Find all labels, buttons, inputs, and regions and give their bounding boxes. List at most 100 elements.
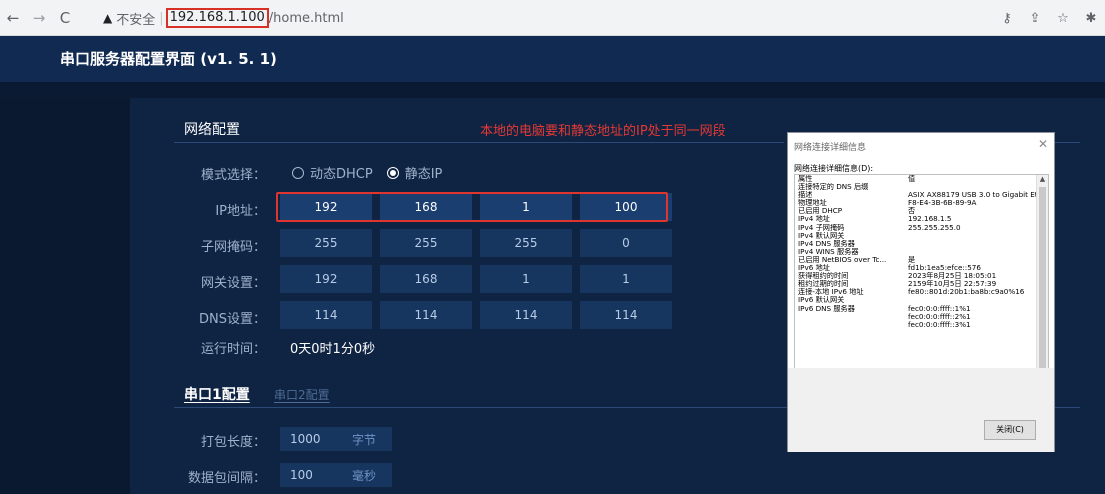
packet-length-input[interactable]: 1000 字节 bbox=[280, 427, 392, 451]
details-row-key: 连接-本地 IPv6 地址 bbox=[798, 288, 864, 297]
app-header: 串口服务器配置界面 (v1. 5. 1) bbox=[0, 36, 1105, 82]
details-row-value: 255.255.255.0 bbox=[908, 223, 961, 232]
runtime-label: 运行时间： bbox=[200, 342, 266, 357]
details-row-key: IPv4 默认网关 bbox=[798, 231, 845, 240]
dns-label: DNS设置： bbox=[199, 312, 266, 327]
tab-serial-1[interactable]: 串口1配置 bbox=[184, 384, 250, 404]
dhcp-radio-label[interactable]: 动态DHCP bbox=[310, 163, 373, 182]
details-row[interactable]: 属性 值 bbox=[795, 175, 1038, 183]
dns-octet-2[interactable]: 114 bbox=[380, 301, 472, 329]
details-row[interactable]: IPv6 DNS 服务器 fec0:0:0:ffff::1%1 bbox=[795, 305, 1038, 313]
details-row[interactable]: 描述 ASIX AX88179 USB 3.0 to Gigabit Eth bbox=[795, 191, 1038, 199]
vertical-scrollbar[interactable]: ▲ ▼ bbox=[1036, 175, 1048, 399]
dns-octet-3[interactable]: 114 bbox=[480, 301, 572, 329]
dhcp-radio[interactable] bbox=[292, 166, 304, 179]
extension-icon[interactable]: ✱ bbox=[1077, 11, 1105, 26]
packet-interval-input[interactable]: 100 毫秒 bbox=[280, 463, 392, 487]
network-section-title: 网络配置 bbox=[184, 122, 240, 138]
details-row[interactable]: 获得租约的时间 2023年8月25日 18:05:01 bbox=[795, 272, 1038, 280]
gateway-octet-1[interactable]: 192 bbox=[280, 265, 372, 293]
details-row[interactable]: IPv4 DNS 服务器 bbox=[795, 240, 1038, 248]
mode-label: 模式选择： bbox=[200, 168, 266, 183]
details-row[interactable]: IPv4 地址 192.168.1.5 bbox=[795, 215, 1038, 223]
gateway-octet-3[interactable]: 1 bbox=[480, 265, 572, 293]
details-row-key: 获得租约的时间 bbox=[798, 272, 849, 281]
insecure-label: 不安全 bbox=[116, 12, 156, 28]
address-bar[interactable]: ▲ 不安全 | 192.168.1.100 /home.html bbox=[103, 6, 1013, 30]
details-row-value: fd1b:1ea5:efce::576 bbox=[908, 264, 981, 273]
star-icon[interactable]: ☆ bbox=[1049, 11, 1077, 26]
details-row[interactable]: 已启用 NetBIOS over Tc... 是 bbox=[795, 256, 1038, 264]
ip-highlight-box bbox=[276, 192, 668, 222]
details-row-key: IPv4 地址 bbox=[798, 215, 830, 224]
details-row[interactable]: IPv4 子网掩码 255.255.255.0 bbox=[795, 224, 1038, 232]
runtime-value: 0天0时1分0秒 bbox=[290, 342, 376, 357]
details-row[interactable]: IPv4 WINS 服务器 bbox=[795, 248, 1038, 256]
details-row-value bbox=[908, 248, 1038, 256]
network-section-divider bbox=[174, 142, 784, 143]
browser-toolbar: ← → C ▲ 不安全 | 192.168.1.100 /home.html ⚷… bbox=[0, 0, 1105, 36]
warning-icon[interactable]: ▲ bbox=[103, 11, 112, 25]
dns-octet-1[interactable]: 114 bbox=[280, 301, 372, 329]
details-row[interactable]: IPv4 默认网关 bbox=[795, 232, 1038, 240]
dialog-footer: 关闭(C) bbox=[788, 368, 1054, 452]
details-row-key: IPv4 WINS 服务器 bbox=[798, 247, 859, 256]
details-row-key: IPv4 DNS 服务器 bbox=[798, 239, 855, 248]
mask-octet-1[interactable]: 255 bbox=[280, 229, 372, 257]
dialog-close-button[interactable]: 关闭(C) bbox=[984, 420, 1036, 440]
details-row[interactable]: IPv6 默认网关 bbox=[795, 296, 1038, 304]
static-radio[interactable] bbox=[386, 166, 399, 179]
details-rows: 属性 值连接特定的 DNS 后缀 描述 ASIX AX88179 USB 3.0 to… bbox=[795, 175, 1038, 399]
details-row[interactable]: fec0:0:0:ffff::2%1 bbox=[795, 313, 1038, 321]
dialog-subtitle: 网络连接详细信息(D): bbox=[794, 164, 874, 173]
details-row-value: 否 bbox=[908, 207, 916, 216]
reload-icon[interactable]: C bbox=[54, 9, 76, 27]
url-path: /home.html bbox=[268, 10, 344, 26]
forward-icon[interactable]: → bbox=[28, 9, 50, 27]
details-row-key: 连接特定的 DNS 后缀 bbox=[798, 183, 869, 192]
details-row-key: 物理地址 bbox=[798, 199, 827, 208]
details-row[interactable]: 连接特定的 DNS 后缀 bbox=[795, 183, 1038, 191]
details-row-key: IPv6 默认网关 bbox=[798, 296, 845, 305]
share-icon[interactable]: ⇪ bbox=[1021, 11, 1049, 26]
details-row-value bbox=[908, 232, 1038, 240]
mask-octet-2[interactable]: 255 bbox=[380, 229, 472, 257]
details-row-key: 租约过期的时间 bbox=[798, 280, 849, 289]
details-row-value bbox=[908, 183, 1038, 191]
packet-length-label: 打包长度： bbox=[200, 435, 266, 450]
details-row-value bbox=[908, 296, 1038, 304]
mask-octet-4[interactable]: 0 bbox=[580, 229, 672, 257]
details-row[interactable]: 物理地址 F8-E4-3B-6B-89-9A bbox=[795, 199, 1038, 207]
packet-length-unit: 字节 bbox=[351, 432, 376, 447]
network-section-divider-right bbox=[1052, 142, 1080, 143]
network-details-dialog: 网络连接详细信息 ✕ 网络连接详细信息(D): 属性 值连接特定的 DNS 后缀描… bbox=[787, 132, 1055, 452]
details-row[interactable]: 已启用 DHCP 否 bbox=[795, 207, 1038, 215]
details-row-value: F8-E4-3B-6B-89-9A bbox=[908, 199, 977, 208]
vertical-scroll-thumb[interactable] bbox=[1039, 187, 1046, 383]
scroll-up-icon[interactable]: ▲ bbox=[1037, 175, 1048, 183]
gateway-octet-4[interactable]: 1 bbox=[580, 265, 672, 293]
back-icon[interactable]: ← bbox=[2, 9, 24, 27]
details-row-key: IPv6 地址 bbox=[798, 264, 830, 273]
details-row-key: IPv6 DNS 服务器 bbox=[798, 304, 855, 313]
details-row-value: fec0:0:0:ffff::1%1 bbox=[908, 304, 971, 313]
tab-serial-2[interactable]: 串口2配置 bbox=[274, 386, 330, 403]
details-row-value: 192.168.1.5 bbox=[908, 215, 952, 224]
details-row[interactable]: IPv6 地址 fd1b:1ea5:efce::576 bbox=[795, 264, 1038, 272]
left-pane bbox=[0, 98, 130, 494]
close-icon[interactable]: ✕ bbox=[1038, 137, 1048, 151]
details-row-value: 是 bbox=[908, 255, 916, 264]
details-row[interactable]: 连接-本地 IPv6 地址 fe80::801d:20b1:ba8b:c9a0%1… bbox=[795, 288, 1038, 296]
details-row-value: 值 bbox=[908, 175, 916, 183]
gateway-octet-2[interactable]: 168 bbox=[380, 265, 472, 293]
details-row[interactable]: fec0:0:0:ffff::3%1 bbox=[795, 321, 1038, 329]
static-radio-label[interactable]: 静态IP bbox=[405, 163, 443, 182]
dns-octet-4[interactable]: 114 bbox=[580, 301, 672, 329]
details-row[interactable]: 租约过期的时间 2159年10月5日 22:57:39 bbox=[795, 280, 1038, 288]
details-row-value bbox=[908, 240, 1038, 248]
details-row-key: 描述 bbox=[798, 191, 813, 200]
details-row-value: 2159年10月5日 22:57:39 bbox=[908, 280, 997, 289]
mask-octet-3[interactable]: 255 bbox=[480, 229, 572, 257]
key-icon[interactable]: ⚷ bbox=[993, 11, 1021, 26]
details-row-value: fe80::801d:20b1:ba8b:c9a0%16 bbox=[908, 288, 1025, 297]
